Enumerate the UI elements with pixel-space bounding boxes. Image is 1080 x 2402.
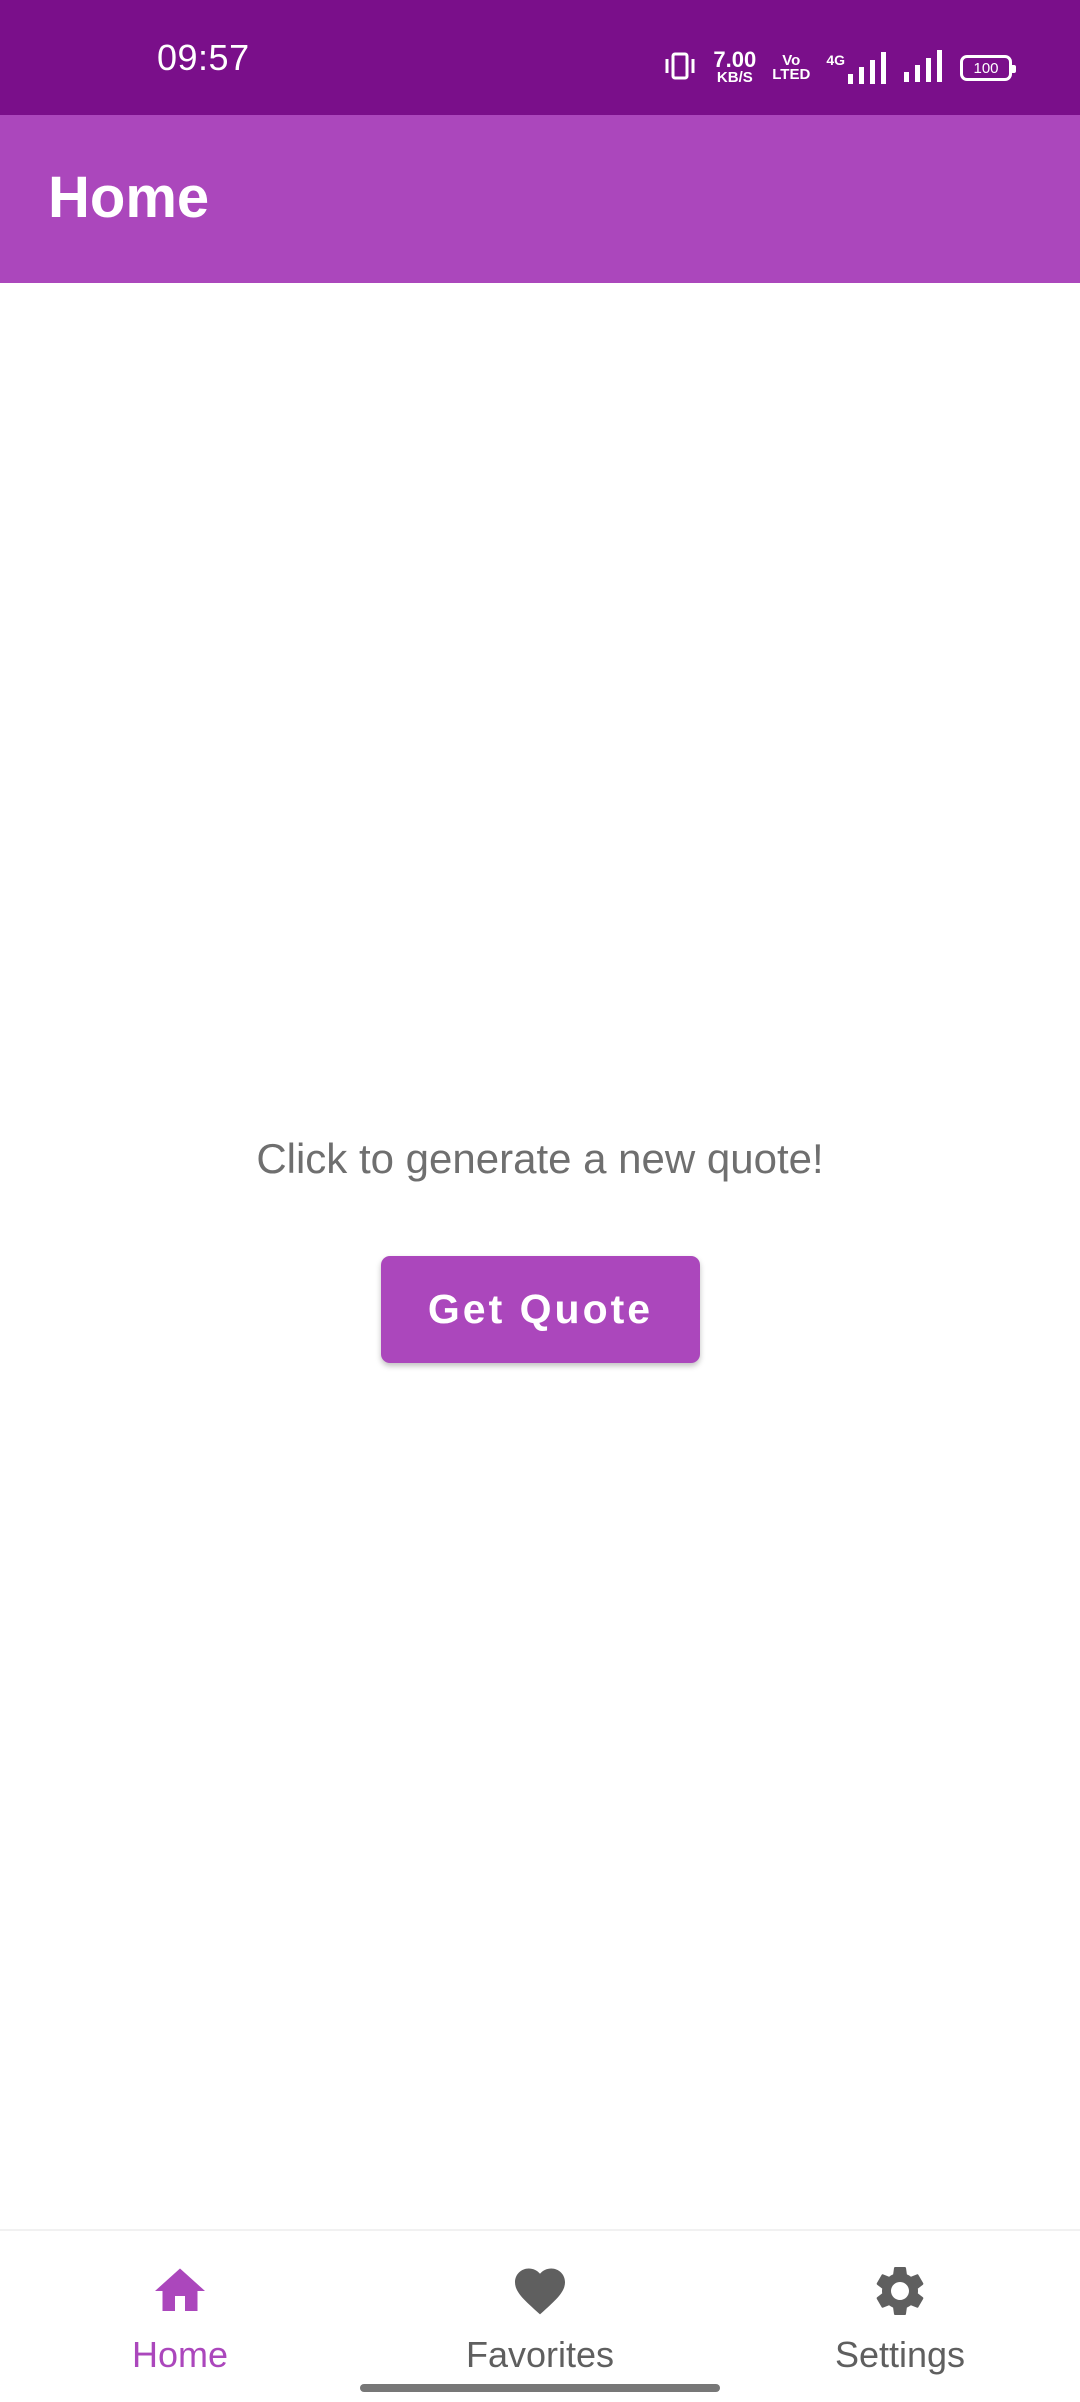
status-icons: 7.00 KB/S Vo LTED 4G 100 (663, 47, 1016, 88)
volte-icon: Vo LTED (772, 53, 811, 83)
status-bar: 09:57 7.00 KB/S Vo LTED 4G 100 (0, 0, 1080, 115)
vibrate-icon (663, 51, 697, 86)
status-time: 09:57 (157, 37, 250, 78)
signal-4g-icon: 4G (826, 52, 888, 84)
signal-icon (904, 49, 944, 87)
get-quote-button[interactable]: Get Quote (381, 1256, 700, 1363)
volte-bottom: LTED (772, 66, 811, 83)
network-type: 4G (826, 52, 845, 68)
nav-label-home: Home (131, 2334, 229, 2375)
page-title: Home (48, 165, 210, 230)
network-speed: 7.00 KB/S (713, 47, 757, 87)
quote-prompt-text: Click to generate a new quote! (256, 1135, 824, 1182)
nav-label-settings: Settings (834, 2334, 966, 2375)
app-bar: Home (0, 115, 1080, 283)
network-speed-unit: KB/S (716, 69, 753, 87)
gesture-bar[interactable] (360, 2384, 720, 2392)
network-speed-value: 7.00 (713, 47, 757, 73)
battery-level: 100 (973, 59, 999, 77)
nav-label-favorites: Favorites (465, 2334, 615, 2375)
nav-item-home[interactable]: Home (0, 2231, 360, 2402)
bottom-navigation: Home Favorites Settings (0, 2229, 1080, 2400)
nav-item-settings[interactable]: Settings (720, 2231, 1080, 2402)
battery-icon: 100 (960, 55, 1016, 81)
nav-item-favorites[interactable]: Favorites (360, 2231, 720, 2402)
